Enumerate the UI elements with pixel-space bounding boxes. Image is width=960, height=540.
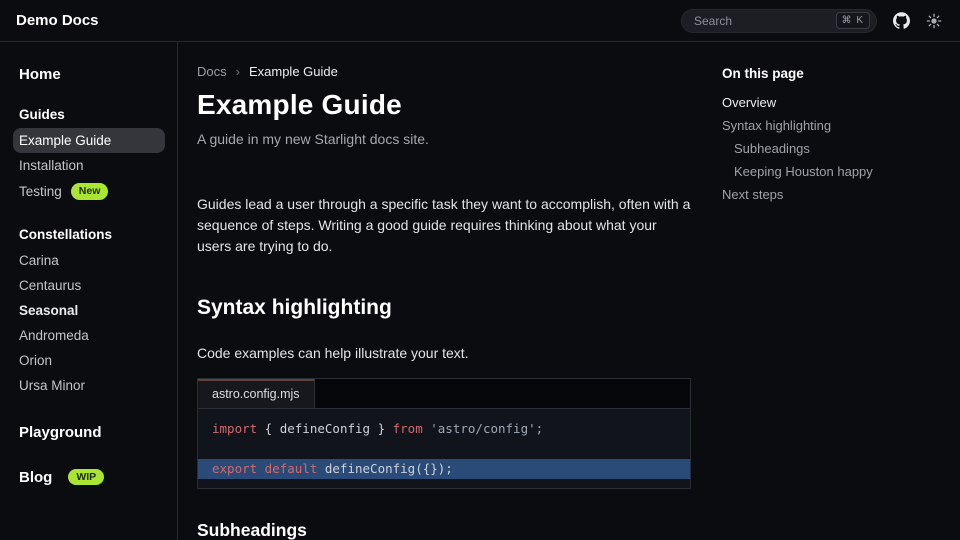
sidebar-item-andromeda[interactable]: Andromeda bbox=[13, 323, 165, 348]
section-intro: Code examples can help illustrate your t… bbox=[197, 345, 691, 361]
section-heading-syntax-highlighting: Syntax highlighting bbox=[197, 296, 691, 320]
sidebar-item-home[interactable]: Home bbox=[13, 64, 165, 85]
sidebar-item-ursa-minor[interactable]: Ursa Minor bbox=[13, 373, 165, 398]
code-line-blank bbox=[198, 439, 690, 459]
code-token: export default bbox=[212, 461, 317, 476]
search-button[interactable]: ⌘ K bbox=[681, 9, 877, 33]
sidebar-item-centaurus[interactable]: Centaurus bbox=[13, 273, 165, 298]
sidebar-item-label: Ursa Minor bbox=[19, 378, 85, 393]
code-line-2-highlighted: export default defineConfig({}); bbox=[198, 459, 690, 479]
sidebar-blog-row: Blog WIP bbox=[13, 467, 165, 488]
sidebar-group-constellations: Constellations Carina Centaurus Seasonal… bbox=[13, 225, 165, 398]
table-of-contents: On this page Overview Syntax highlightin… bbox=[691, 42, 960, 540]
sidebar-item-label: Testing bbox=[19, 184, 62, 199]
code-line-1: import { defineConfig } from 'astro/conf… bbox=[198, 419, 690, 439]
sidebar-item-label: Andromeda bbox=[19, 328, 89, 343]
code-token: 'astro/config'; bbox=[423, 421, 543, 436]
github-icon bbox=[893, 12, 910, 29]
sidebar-item-label: Installation bbox=[19, 158, 84, 173]
page-subtitle: A guide in my new Starlight docs site. bbox=[197, 131, 691, 147]
breadcrumb: Docs › Example Guide bbox=[197, 64, 691, 79]
sidebar-item-testing[interactable]: Testing New bbox=[13, 178, 165, 205]
sidebar-item-playground[interactable]: Playground bbox=[13, 422, 108, 443]
chevron-right-icon: › bbox=[236, 64, 240, 79]
sun-icon bbox=[926, 13, 942, 29]
sidebar-group-guides: Guides Example Guide Installation Testin… bbox=[13, 105, 165, 205]
toc-title: On this page bbox=[722, 66, 944, 81]
new-badge: New bbox=[71, 183, 109, 200]
sidebar-playground-row: Playground bbox=[13, 422, 165, 443]
sidebar-item-installation[interactable]: Installation bbox=[13, 153, 165, 178]
breadcrumb-docs-link[interactable]: Docs bbox=[197, 64, 227, 79]
code-block: astro.config.mjs import { defineConfig }… bbox=[197, 378, 691, 489]
page-title: Example Guide bbox=[197, 89, 691, 121]
main-content: Docs › Example Guide Example Guide A gui… bbox=[178, 42, 691, 540]
theme-toggle-button[interactable] bbox=[926, 13, 942, 29]
code-token: defineConfig({}); bbox=[317, 461, 452, 476]
code-tab-astro-config[interactable]: astro.config.mjs bbox=[198, 379, 315, 408]
subheading-title: Subheadings bbox=[197, 520, 691, 540]
sidebar-group-label-guides: Guides bbox=[13, 105, 165, 124]
toc-link-overview[interactable]: Overview bbox=[722, 91, 944, 114]
search-input[interactable] bbox=[694, 14, 836, 28]
sidebar-item-orion[interactable]: Orion bbox=[13, 348, 165, 373]
toc-link-syntax-highlighting[interactable]: Syntax highlighting bbox=[722, 114, 944, 137]
sidebar-item-example-guide[interactable]: Example Guide bbox=[13, 128, 165, 153]
search-shortcut-hint: ⌘ K bbox=[836, 12, 870, 29]
breadcrumb-current: Example Guide bbox=[249, 64, 338, 79]
sidebar-group-label-constellations: Constellations bbox=[13, 225, 165, 244]
intro-paragraph: Guides lead a user through a specific ta… bbox=[197, 194, 691, 257]
sidebar-item-seasonal[interactable]: Seasonal bbox=[13, 298, 165, 323]
sidebar-item-carina[interactable]: Carina bbox=[13, 248, 165, 273]
sidebar-item-label: Seasonal bbox=[19, 303, 78, 318]
code-token: { defineConfig } bbox=[257, 421, 392, 436]
toc-link-subheadings[interactable]: Subheadings bbox=[722, 137, 944, 160]
sidebar-item-blog[interactable]: Blog bbox=[13, 467, 58, 488]
sidebar-nav: Home Guides Example Guide Installation T… bbox=[0, 42, 178, 540]
toc-link-keeping-houston-happy[interactable]: Keeping Houston happy bbox=[722, 160, 944, 183]
code-tab-bar: astro.config.mjs bbox=[198, 379, 690, 409]
header-actions: ⌘ K bbox=[681, 9, 942, 33]
github-link[interactable] bbox=[893, 12, 910, 29]
sidebar-item-label: Example Guide bbox=[19, 133, 111, 148]
top-bar: Demo Docs ⌘ K bbox=[0, 0, 960, 42]
code-body: import { defineConfig } from 'astro/conf… bbox=[198, 409, 690, 488]
wip-badge: WIP bbox=[68, 469, 104, 486]
sidebar-item-label: Carina bbox=[19, 253, 59, 268]
site-title[interactable]: Demo Docs bbox=[16, 12, 99, 29]
toc-link-next-steps[interactable]: Next steps bbox=[722, 183, 944, 206]
code-token: from bbox=[393, 421, 423, 436]
sidebar-item-label: Centaurus bbox=[19, 278, 81, 293]
sidebar-item-label: Orion bbox=[19, 353, 52, 368]
code-token: import bbox=[212, 421, 257, 436]
